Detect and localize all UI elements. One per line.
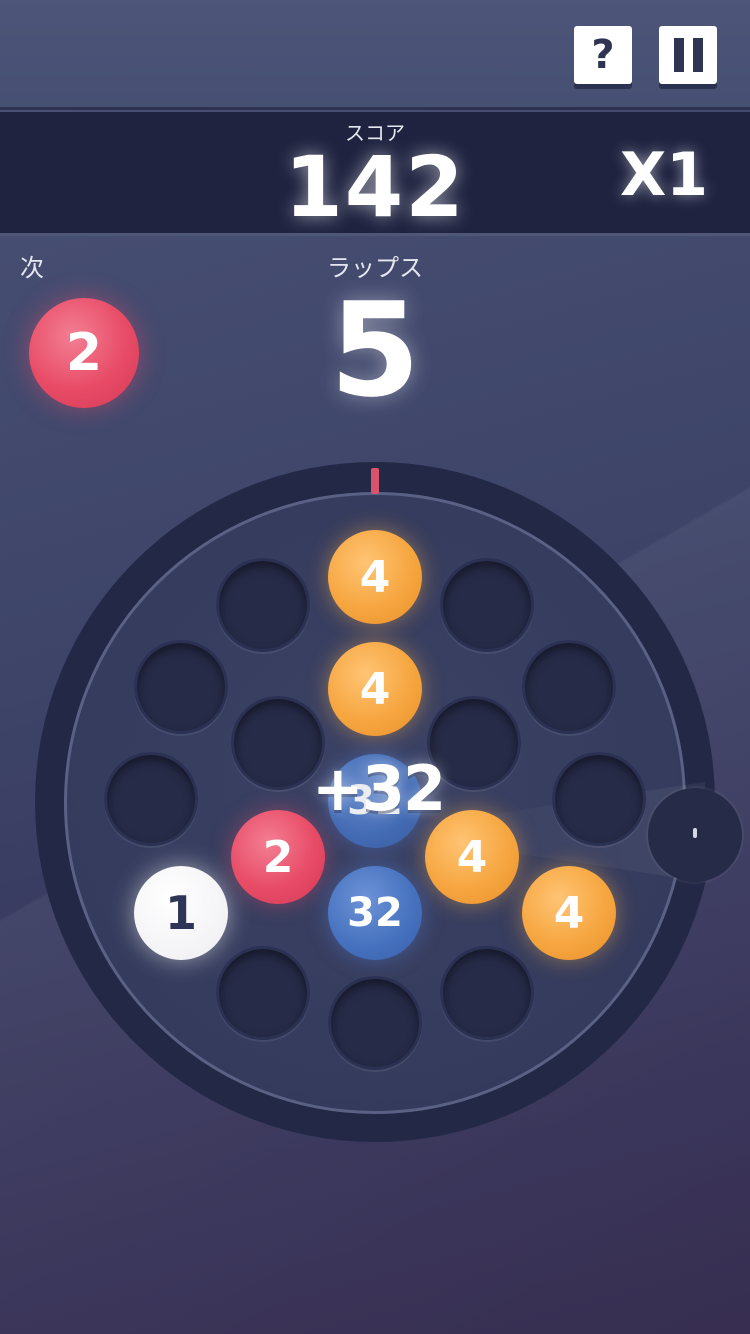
ball-1[interactable]: 1 [134, 866, 228, 960]
ball-4[interactable]: 4 [328, 530, 422, 624]
ball-4[interactable]: 4 [522, 866, 616, 960]
ball-4[interactable]: 4 [328, 642, 422, 736]
help-button[interactable]: ? [574, 26, 632, 84]
empty-slot[interactable] [522, 640, 616, 734]
popup-score: +32 [311, 752, 446, 825]
launcher-indicator-icon [693, 828, 697, 838]
top-bar: ? [0, 0, 750, 110]
laps-value: 5 [329, 274, 421, 426]
empty-slot[interactable] [216, 946, 310, 1040]
empty-slot[interactable] [440, 558, 534, 652]
empty-slot[interactable] [552, 752, 646, 846]
multiplier: X1 [620, 140, 709, 210]
launcher[interactable] [648, 788, 742, 882]
empty-slot[interactable] [134, 640, 228, 734]
question-icon: ? [591, 32, 615, 78]
pause-button[interactable] [659, 26, 717, 84]
lap-marker [371, 468, 379, 494]
empty-slot[interactable] [328, 976, 422, 1070]
empty-slot[interactable] [104, 752, 198, 846]
pause-icon [673, 38, 703, 72]
empty-slot[interactable] [216, 558, 310, 652]
ball-32[interactable]: 32 [328, 866, 422, 960]
empty-slot[interactable] [440, 946, 534, 1040]
